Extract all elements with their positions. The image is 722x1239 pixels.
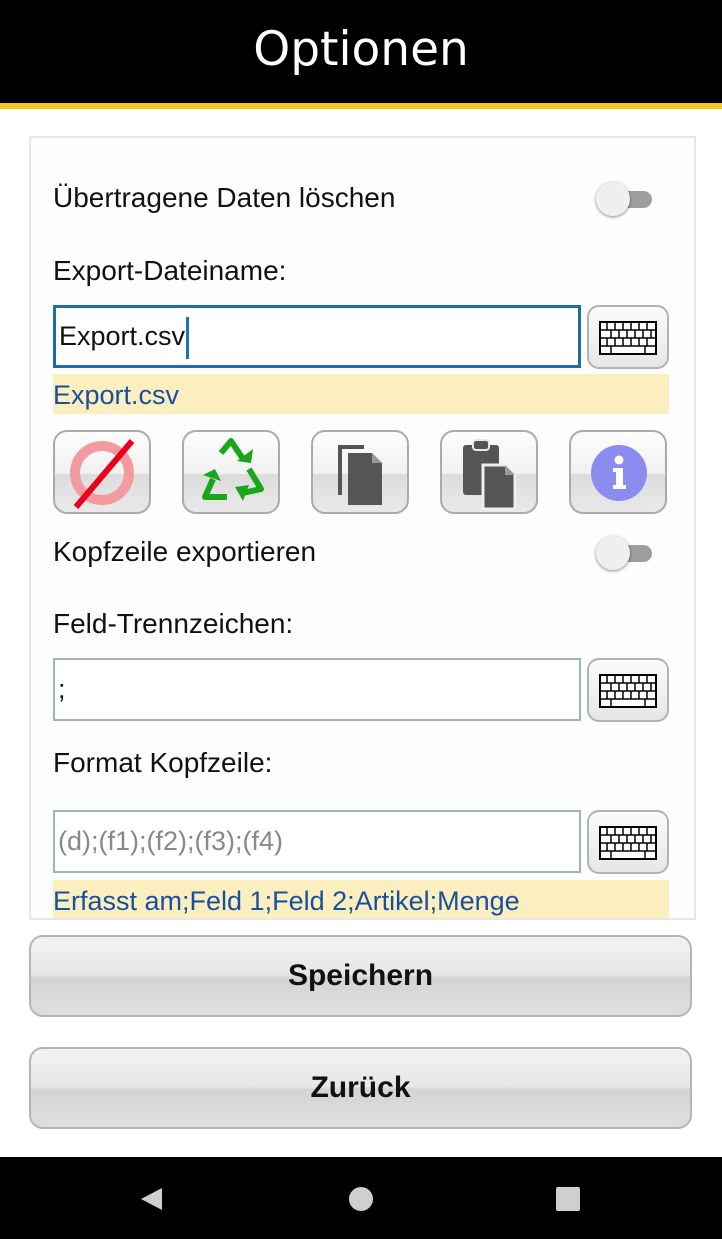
keyboard-icon bbox=[599, 826, 657, 860]
header-format-preview: Erfasst am;Feld 1;Feld 2;Artikel;Menge bbox=[53, 880, 669, 918]
keyboard-button-format[interactable] bbox=[587, 810, 669, 874]
export-filename-label: Export-Dateiname: bbox=[53, 255, 287, 286]
home-icon[interactable] bbox=[348, 1186, 374, 1212]
delete-transferred-toggle[interactable] bbox=[596, 182, 654, 216]
text-caret bbox=[186, 316, 190, 359]
reset-button[interactable] bbox=[182, 430, 280, 514]
info-button[interactable] bbox=[569, 430, 667, 514]
delete-transferred-label: Übertragene Daten löschen bbox=[53, 182, 396, 213]
export-header-label: Kopfzeile exportieren bbox=[53, 536, 317, 567]
export-filename-input[interactable]: Export.csv bbox=[53, 305, 581, 368]
keyboard-icon bbox=[599, 321, 657, 355]
no-symbol-icon bbox=[70, 439, 135, 509]
system-navigation-bar bbox=[0, 1157, 722, 1239]
paste-icon bbox=[463, 439, 517, 511]
paste-button[interactable] bbox=[440, 430, 538, 514]
keyboard-button-filename[interactable] bbox=[587, 305, 669, 369]
export-filename-preview: Export.csv bbox=[53, 374, 669, 414]
field-separator-input[interactable]: ; bbox=[53, 658, 581, 721]
page-title: Optionen bbox=[253, 22, 469, 77]
field-separator-label: Feld-Trennzeichen: bbox=[53, 608, 294, 639]
export-header-toggle[interactable] bbox=[596, 536, 654, 570]
header-accent-line bbox=[0, 103, 722, 109]
info-icon bbox=[591, 445, 647, 501]
back-button[interactable]: Zurück bbox=[29, 1047, 692, 1129]
header-format-input[interactable]: (d);(f1);(f2);(f3);(f4) bbox=[53, 810, 581, 873]
app-header: Optionen bbox=[0, 0, 722, 103]
clear-button[interactable] bbox=[53, 430, 151, 514]
recycle-icon bbox=[202, 438, 264, 501]
save-button[interactable]: Speichern bbox=[29, 935, 692, 1017]
keyboard-icon bbox=[599, 674, 657, 708]
copy-button[interactable] bbox=[311, 430, 409, 514]
keyboard-button-separator[interactable] bbox=[587, 658, 669, 722]
recents-icon[interactable] bbox=[555, 1186, 581, 1212]
options-panel: Übertragene Daten löschen Export-Dateina… bbox=[29, 136, 696, 920]
header-format-label: Format Kopfzeile: bbox=[53, 747, 273, 778]
copy-icon bbox=[338, 445, 382, 505]
back-icon[interactable] bbox=[138, 1186, 164, 1212]
